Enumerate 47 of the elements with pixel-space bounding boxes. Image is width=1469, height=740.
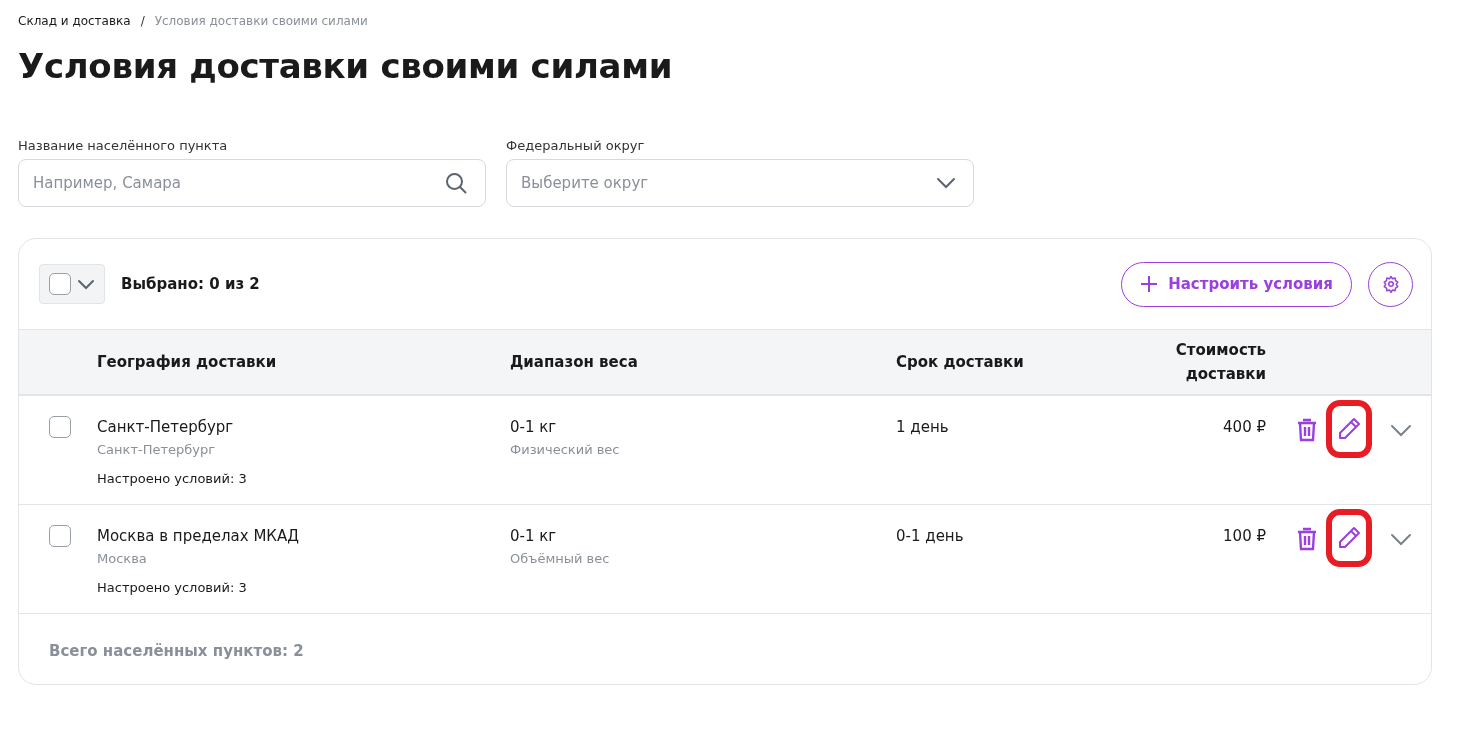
plus-icon	[1140, 275, 1159, 293]
city-name: Москва в пределах МКАД	[97, 526, 300, 547]
select-all-control[interactable]	[39, 264, 105, 304]
pencil-icon	[1336, 525, 1362, 551]
row-checkbox[interactable]	[49, 525, 71, 547]
field-label: Федеральный округ	[506, 138, 646, 153]
weight-range: 0-1 кг	[510, 417, 558, 438]
pencil-icon	[1336, 416, 1362, 442]
chevron-down-icon[interactable]	[1390, 533, 1412, 546]
selection-count: Выбрано: 0 из 2	[121, 275, 260, 293]
chevron-down-icon	[936, 177, 956, 189]
edit-button[interactable]	[1326, 400, 1372, 458]
conditions-count: Настроено условий: 3	[97, 580, 248, 595]
conditions-count: Настроено условий: 3	[97, 471, 248, 486]
checkbox[interactable]	[49, 273, 71, 295]
settings-button[interactable]	[1368, 261, 1413, 307]
column-header: Срок доставки	[896, 352, 1025, 373]
column-header: География доставки	[97, 352, 278, 373]
page-title: Условия доставки своими силами	[18, 46, 674, 86]
dropdown-field[interactable]: Выберите округ	[506, 159, 974, 207]
search-field[interactable]: Например, Самара	[18, 159, 486, 207]
settings-icon	[1381, 275, 1400, 293]
region-name: Санкт-Петербург	[97, 442, 217, 457]
region-name: Москва	[97, 551, 148, 566]
delivery-cost: 100 ₽	[1223, 526, 1266, 547]
total-count: Всего населённых пунктов: 2	[48, 641, 305, 660]
edit-button[interactable]	[1326, 509, 1372, 567]
trash-icon[interactable]	[1296, 527, 1318, 551]
chevron-down-icon[interactable]	[1390, 424, 1412, 437]
configure-conditions-button[interactable]: Настроить условия	[1121, 261, 1352, 307]
field-label: Название населённого пункта	[18, 138, 229, 153]
delivery-term: 0-1 день	[896, 526, 965, 547]
weight-range: 0-1 кг	[510, 526, 558, 547]
column-header: Диапазон веса	[510, 352, 639, 373]
city-name: Санкт-Петербург	[97, 417, 235, 438]
chevron-down-icon	[77, 278, 95, 290]
delivery-cost: 400 ₽	[1223, 417, 1266, 438]
breadcrumb-link[interactable]: Склад и доставка	[18, 14, 131, 28]
delivery-term: 1 день	[896, 417, 950, 438]
column-header: Стоимость доставки	[1174, 340, 1266, 385]
weight-type: Физический вес	[510, 442, 621, 457]
trash-icon[interactable]	[1296, 418, 1318, 442]
row-checkbox[interactable]	[49, 416, 71, 438]
breadcrumb-link[interactable]: Условия доставки своими силами	[154, 14, 368, 28]
breadcrumb-separator: /	[140, 14, 145, 28]
weight-type: Объёмный вес	[510, 551, 611, 566]
search-icon	[444, 171, 468, 195]
